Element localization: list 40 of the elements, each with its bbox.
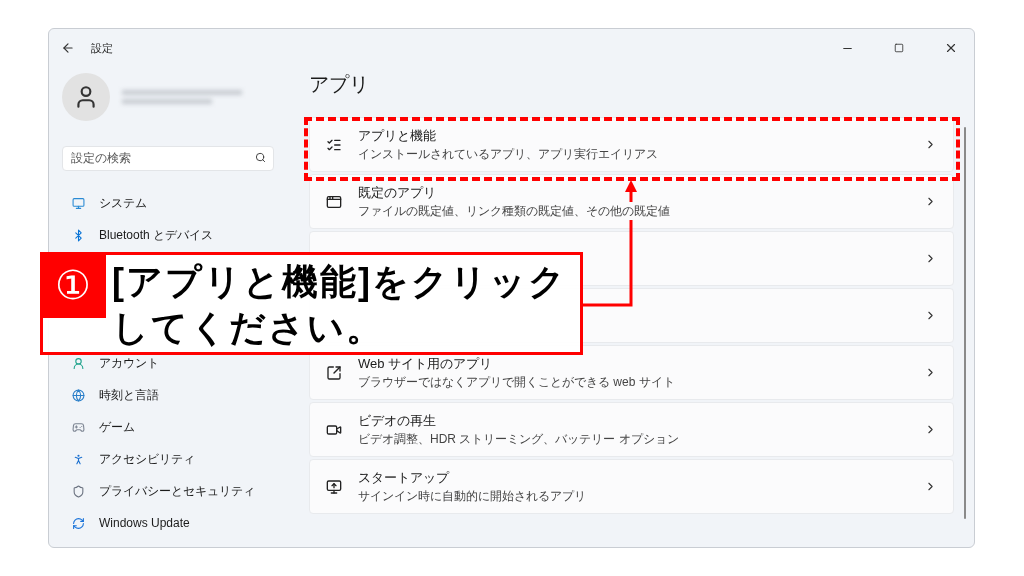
settings-card[interactable]: スタートアップ サインイン時に自動的に開始されるアプリ xyxy=(309,459,954,514)
card-subtitle: ファイルの既定値、リンク種類の既定値、その他の既定値 xyxy=(358,202,670,221)
card-title: 既定のアプリ xyxy=(358,183,436,202)
card-title: スタートアップ xyxy=(358,468,449,487)
search-icon xyxy=(255,152,266,163)
gamepad-icon xyxy=(72,420,85,434)
scrollbar[interactable] xyxy=(964,127,966,519)
update-icon xyxy=(72,516,85,530)
maximize-icon[interactable] xyxy=(894,43,904,53)
sidebar-item[interactable]: アカウント xyxy=(62,347,289,379)
open-window-icon xyxy=(326,364,342,381)
app-window-icon xyxy=(326,193,342,210)
sidebar-item[interactable]: システム xyxy=(62,187,289,219)
close-icon[interactable] xyxy=(944,41,958,55)
settings-card[interactable]: アプリと機能 インストールされているアプリ、アプリ実行エイリアス xyxy=(309,117,954,172)
shield-icon xyxy=(72,484,85,498)
card-title: アプリと機能 xyxy=(358,126,436,145)
globe-icon xyxy=(72,388,85,402)
card-title: Web サイト用のアプリ xyxy=(358,354,493,373)
step-number: ① xyxy=(40,252,106,318)
sidebar-item[interactable]: Bluetooth とデバイス xyxy=(62,219,289,251)
back-icon[interactable] xyxy=(61,41,75,55)
page-title: アプリ xyxy=(309,72,370,97)
window-title: 設定 xyxy=(91,40,113,56)
sidebar-item[interactable]: Windows Update xyxy=(62,507,289,539)
card-title: ビデオの再生 xyxy=(358,411,436,430)
bluetooth-icon xyxy=(72,228,85,242)
card-subtitle: ブラウザーではなくアプリで開くことができる web サイト xyxy=(358,373,675,392)
search-field[interactable]: 設定の検索 xyxy=(62,145,274,171)
sidebar-item[interactable]: ゲーム xyxy=(62,411,289,443)
person-icon xyxy=(72,356,85,370)
accessibility-icon xyxy=(72,452,85,466)
sidebar-item[interactable]: プライバシーとセキュリティ xyxy=(62,475,289,507)
settings-card[interactable]: 既定のアプリ ファイルの既定値、リンク種類の既定値、その他の既定値 xyxy=(309,174,954,229)
monitor-icon xyxy=(326,478,342,495)
sidebar-item[interactable]: アクセシビリティ xyxy=(62,443,289,475)
settings-card[interactable]: ビデオの再生 ビデオ調整、HDR ストリーミング、バッテリー オプション xyxy=(309,402,954,457)
settings-card[interactable]: Web サイト用のアプリ ブラウザーではなくアプリで開くことができる web サイト xyxy=(309,345,954,400)
sidebar-item[interactable]: 時刻と言語 xyxy=(62,379,289,411)
monitor-icon xyxy=(72,196,85,210)
